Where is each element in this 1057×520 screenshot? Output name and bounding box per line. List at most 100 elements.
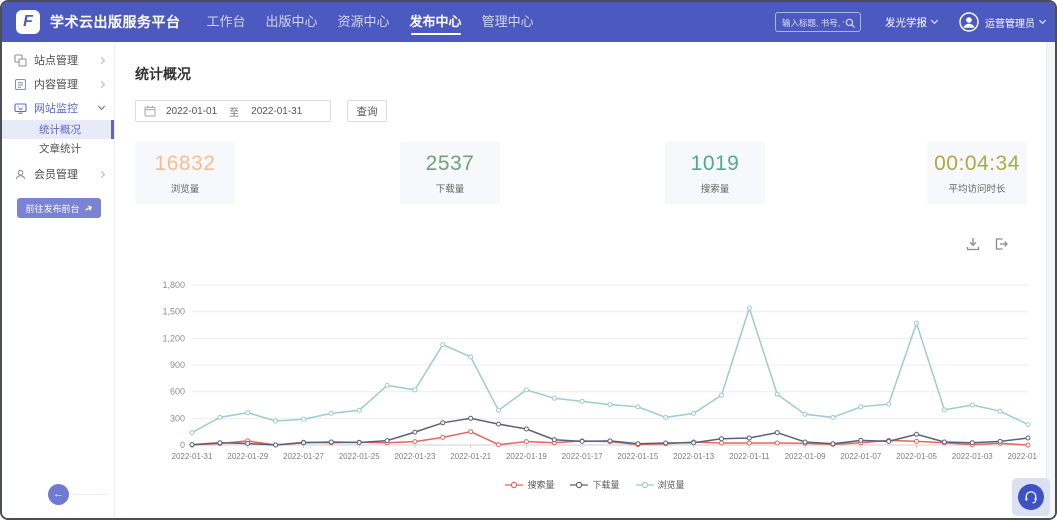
nav-workbench[interactable]: 工作台 [207,2,246,42]
chevron-right-icon [98,170,105,177]
legend-label: 下载量 [592,478,619,491]
stat-card-pageviews: 16832 浏览量 [135,142,235,204]
customer-service-button[interactable] [1012,478,1050,516]
stat-card-downloads: 2537 下载量 [400,142,500,204]
platform-title: 学术云出版服务平台 [50,12,181,32]
nav-publishing-center[interactable]: 出版中心 [266,2,318,42]
svg-text:2022-01-25: 2022-01-25 [339,452,380,461]
user-name: 运营管理员 [985,15,1035,30]
svg-text:2022-01-31: 2022-01-31 [172,452,213,461]
chart-toolbar [965,236,1009,252]
legend-item[interactable]: 下载量 [570,478,619,491]
query-button[interactable]: 查询 [347,100,387,122]
chevron-down-icon [1039,17,1046,24]
svg-text:2022-01-29: 2022-01-29 [227,452,268,461]
svg-text:1,800: 1,800 [162,280,185,290]
stat-label: 搜索量 [701,181,730,195]
topbar: F 学术云出版服务平台 工作台 出版中心 资源中心 发布中心 管理中心 发光学报 [2,2,1055,42]
sidebar: 站点管理 内容管理 [2,42,115,518]
stat-value: 2537 [426,152,475,176]
stat-value: 1019 [691,152,740,176]
sidebar-item-label: 内容管理 [34,76,78,92]
stat-card-avg-duration: 00:04:34 平均访问时长 [927,142,1027,204]
app-window: F 学术云出版服务平台 工作台 出版中心 资源中心 发布中心 管理中心 发光学报 [0,0,1057,520]
chevron-down-icon [98,103,105,110]
platform-logo: F [16,10,40,34]
svg-text:0: 0 [180,440,185,450]
date-from-value[interactable]: 2022-01-01 [166,106,217,117]
nav-management-center[interactable]: 管理中心 [482,2,534,42]
nav-release-center[interactable]: 发布中心 [410,2,462,42]
sidebar-subitem-label: 统计概况 [39,122,81,137]
page-title: 统计概况 [135,64,191,84]
stat-label: 平均访问时长 [948,181,1005,195]
calendar-icon [144,105,156,117]
svg-text:2022-01-07: 2022-01-07 [840,452,881,461]
stat-card-searches: 1019 搜索量 [665,142,765,204]
date-separator: 至 [229,104,239,119]
legend-item[interactable]: 搜索量 [505,478,554,491]
logo-letter: F [23,13,33,31]
journal-selector[interactable]: 发光学报 [885,15,937,30]
goto-publish-front-button[interactable]: 前往发布前台 [17,198,101,218]
stat-label: 浏览量 [171,181,200,195]
svg-text:900: 900 [170,360,185,370]
legend-label: 搜索量 [527,478,554,491]
main-content: 统计概况 2022-01-01 至 2022-01-31 查询 16832 浏览… [115,42,1055,518]
svg-text:2022-01-01: 2022-01-01 [1008,452,1038,461]
svg-text:1,500: 1,500 [162,307,185,317]
stat-value: 00:04:34 [934,152,1020,176]
sidebar-subitem-article-stats[interactable]: 文章统计 [2,139,114,158]
sidebar-item-label: 网站监控 [34,100,78,116]
svg-text:2022-01-11: 2022-01-11 [729,452,770,461]
monitor-icon [14,102,27,115]
search-icon[interactable] [845,18,856,29]
headset-icon [1018,484,1044,510]
sidebar-item-site-management[interactable]: 站点管理 [2,48,114,72]
chevron-right-icon [98,80,105,87]
sidebar-collapse-button[interactable]: ← [48,484,69,505]
content-icon [14,78,27,91]
svg-text:2022-01-23: 2022-01-23 [394,452,435,461]
svg-text:2022-01-27: 2022-01-27 [283,452,324,461]
nav-resource-center[interactable]: 资源中心 [338,2,390,42]
svg-text:2022-01-17: 2022-01-17 [562,452,603,461]
avatar[interactable] [959,12,979,32]
svg-text:300: 300 [170,413,185,423]
topbar-right: 发光学报 运营管理员 [775,12,1045,32]
sidebar-item-label: 会员管理 [34,166,78,182]
sidebar-item-site-monitor[interactable]: 网站监控 [2,96,114,120]
journal-name: 发光学报 [885,15,927,30]
chevron-right-icon [98,56,105,63]
sidebar-menu: 站点管理 内容管理 [2,42,114,218]
svg-text:2022-01-13: 2022-01-13 [673,452,714,461]
member-icon [14,168,27,181]
main-nav: 工作台 出版中心 资源中心 发布中心 管理中心 [207,2,534,42]
scrollbar[interactable] [1046,42,1055,518]
sidebar-item-content-management[interactable]: 内容管理 [2,72,114,96]
stat-value: 16832 [155,152,216,176]
svg-text:2022-01-03: 2022-01-03 [952,452,993,461]
svg-text:2022-01-15: 2022-01-15 [617,452,658,461]
legend-item[interactable]: 浏览量 [636,478,685,491]
svg-text:2022-01-21: 2022-01-21 [450,452,491,461]
arrow-right-icon [82,202,94,214]
goto-publish-front-label: 前往发布前台 [25,202,79,215]
svg-text:2022-01-19: 2022-01-19 [506,452,547,461]
stat-label: 下载量 [436,181,465,195]
sidebar-item-member-management[interactable]: 会员管理 [2,162,114,186]
sidebar-subitem-stats-overview[interactable]: 统计概况 [2,120,114,139]
global-search [775,12,861,32]
sidebar-subitem-label: 文章统计 [39,141,81,156]
date-to-value[interactable]: 2022-01-31 [251,106,302,117]
export-icon[interactable] [993,236,1009,252]
date-range-picker[interactable]: 2022-01-01 至 2022-01-31 [135,100,331,122]
svg-text:2022-01-05: 2022-01-05 [896,452,937,461]
traffic-trend-chart: 03006009001,2001,5001,8002022-01-312022-… [152,274,1038,474]
legend-label: 浏览量 [658,478,685,491]
user-menu[interactable]: 运营管理员 [985,15,1045,30]
chart-legend: 搜索量 下载量 浏览量 [152,478,1038,491]
sidebar-item-label: 站点管理 [34,52,78,68]
svg-text:1,200: 1,200 [162,333,185,343]
download-icon[interactable] [965,236,981,252]
